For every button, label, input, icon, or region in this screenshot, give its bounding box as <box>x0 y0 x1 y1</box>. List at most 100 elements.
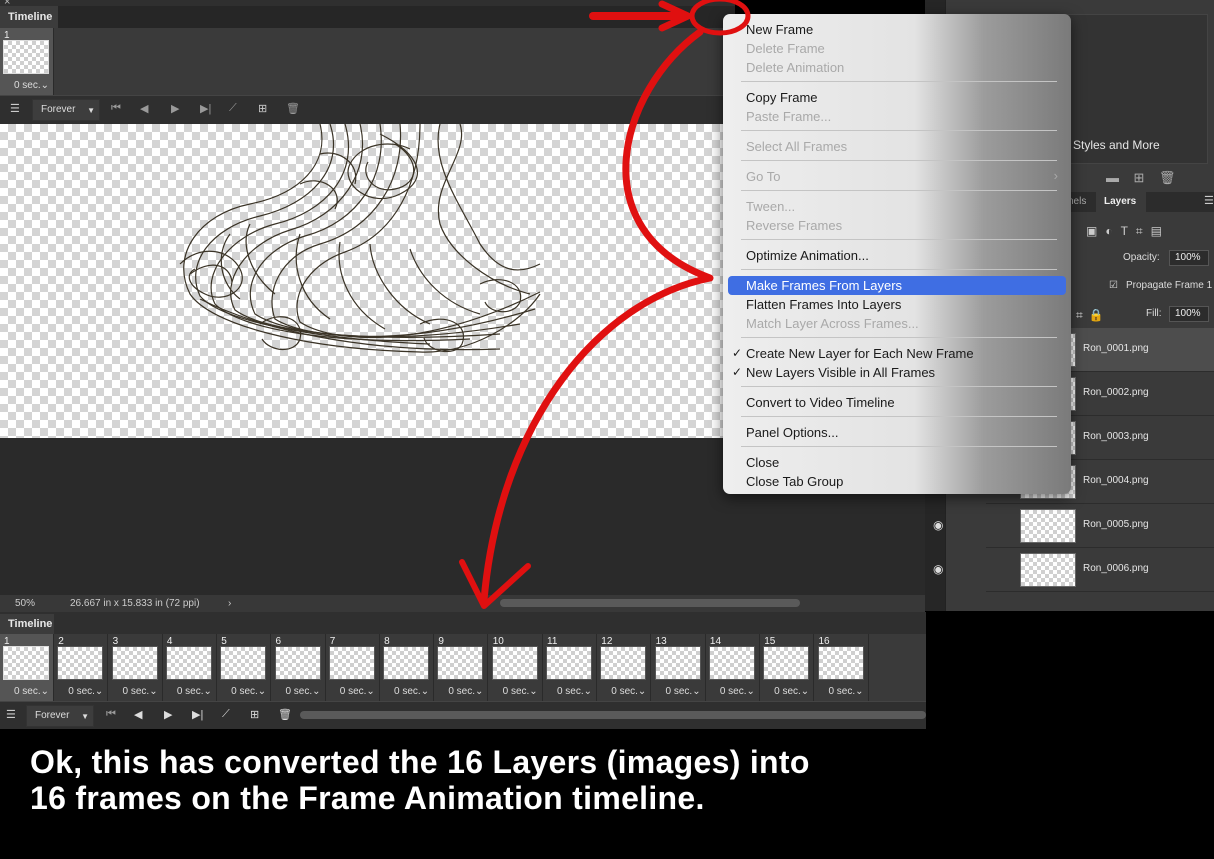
frame-delay[interactable]: 0 sec.⌄ <box>706 686 759 697</box>
frame-cell[interactable]: 11 0 sec.⌄ <box>543 634 597 701</box>
menu-item-close-tab-group[interactable]: Close Tab Group <box>728 472 1066 491</box>
opacity-field[interactable]: 100% <box>1169 250 1209 266</box>
frame-delay[interactable]: 0 sec.⌄ <box>0 686 53 697</box>
menu-item-make-frames-from-layers[interactable]: Make Frames From Layers <box>728 276 1066 295</box>
frame-cell[interactable]: 60 sec.⌄ <box>272 634 326 701</box>
frame-delay[interactable]: 0 sec.⌄ <box>489 686 542 697</box>
frame-cell[interactable]: 10 sec.⌄ <box>0 634 54 701</box>
frame-cell[interactable]: 80 sec.⌄ <box>380 634 435 701</box>
new-frame-icon[interactable]: ⊞ <box>250 708 259 721</box>
first-frame-icon[interactable]: ⏮ <box>106 708 116 721</box>
next-frame-icon[interactable]: ▶| <box>200 102 211 115</box>
frame-cell[interactable]: 1 0 sec.⌄ <box>0 28 54 95</box>
tab-timeline-bottom[interactable]: Timeline <box>0 614 54 634</box>
zoom-level[interactable]: 50% <box>15 598 35 609</box>
frame-cell[interactable]: 90 sec.⌄ <box>434 634 489 701</box>
menu-item-flatten-frames-into-layers[interactable]: Flatten Frames Into Layers <box>728 295 1066 314</box>
loop-select[interactable]: Forever ▼ <box>26 705 94 727</box>
menu-item-label: Make Frames From Layers <box>746 278 903 293</box>
loop-value: Forever <box>35 710 70 721</box>
frame-delay[interactable]: 0 sec.⌄ <box>217 686 270 697</box>
frame-cell[interactable]: 13 0 sec.⌄ <box>652 634 706 701</box>
layer-filter-icons[interactable]: ▣◐T⌗▤ <box>1086 224 1170 239</box>
menu-item-tween[interactable]: Tween... <box>728 197 1066 216</box>
new-frame-icon[interactable]: ⊞ <box>258 102 267 115</box>
loop-select[interactable]: Forever ▼ <box>32 99 100 121</box>
frame-cell[interactable]: 10 0 sec.⌄ <box>489 634 543 701</box>
frame-delay[interactable]: 0 sec.⌄ <box>597 686 650 697</box>
play-icon[interactable]: ▶ <box>171 102 179 115</box>
frame-delay[interactable]: 0 sec.⌄ <box>652 686 705 697</box>
menu-item-delete-frame[interactable]: Delete Frame <box>728 39 1066 58</box>
menu-item-convert-to-video-timeline[interactable]: Convert to Video Timeline <box>728 393 1066 412</box>
status-menu-arrow[interactable]: › <box>228 598 231 609</box>
menu-item-label: Copy Frame <box>746 90 818 105</box>
trash-icon[interactable]: 🗑 <box>1159 170 1176 185</box>
tab-layers[interactable]: Layers <box>1096 192 1146 212</box>
frame-cell[interactable]: 12 0 sec.⌄ <box>597 634 652 701</box>
menu-item-close[interactable]: Close <box>728 453 1066 472</box>
next-frame-icon[interactable]: ▶| <box>192 708 203 721</box>
menu-item-go-to[interactable]: Go To › <box>728 167 1066 186</box>
fill-field[interactable]: 100% <box>1169 306 1209 322</box>
frame-cell[interactable]: 30 sec.⌄ <box>109 634 163 701</box>
play-icon[interactable]: ▶ <box>164 708 172 721</box>
frame-cell[interactable]: 16 0 sec.⌄ <box>815 634 869 701</box>
menu-item-create-new-layer-for-each-new-frame[interactable]: ✓ Create New Layer for Each New Frame <box>728 344 1066 363</box>
tween-icon[interactable]: ⟋ <box>229 102 237 115</box>
frame-cell[interactable]: 14 0 sec.⌄ <box>706 634 760 701</box>
frame-delay[interactable]: 0 sec.⌄ <box>543 686 596 697</box>
layer-row[interactable]: ◉ Ron_0006.png <box>933 548 1214 592</box>
menu-separator <box>741 386 1057 387</box>
trash-icon[interactable]: 🗑 <box>286 102 300 115</box>
frame-delay[interactable]: 0 sec.⌄ <box>109 686 162 697</box>
frame-cell[interactable]: 15 0 sec.⌄ <box>760 634 815 701</box>
frame-delay[interactable]: 0 sec.⌄ <box>815 686 868 697</box>
menu-item-new-frame[interactable]: New Frame <box>728 20 1066 39</box>
timeline-options-icon[interactable]: ☰ <box>6 708 16 721</box>
layer-row[interactable]: ◉ Ron_0005.png <box>933 504 1214 548</box>
frame-cell[interactable]: 70 sec.⌄ <box>326 634 380 701</box>
frame-delay[interactable]: 0 sec.⌄ <box>326 686 379 697</box>
folder-icon[interactable]: ▬ <box>1106 170 1119 185</box>
caption-line-1: Ok, this has converted the 16 Layers (im… <box>30 744 810 780</box>
frame-delay[interactable]: 0 sec.⌄ <box>380 686 433 697</box>
frame-delay[interactable]: 0 sec.⌄ <box>272 686 325 697</box>
timeline-options-icon[interactable]: ☰ <box>10 102 20 115</box>
menu-item-panel-options[interactable]: Panel Options... <box>728 423 1066 442</box>
menu-item-delete-animation[interactable]: Delete Animation <box>728 58 1066 77</box>
frame-cell[interactable]: 40 sec.⌄ <box>163 634 217 701</box>
horizontal-scrollbar[interactable] <box>500 599 800 607</box>
panel-menu-icon[interactable]: ☰ <box>1204 194 1214 207</box>
frame-cell[interactable]: 20 sec.⌄ <box>54 634 109 701</box>
add-icon[interactable]: ⊞ <box>1133 170 1144 185</box>
menu-separator <box>741 239 1057 240</box>
frame-delay[interactable]: 0 sec.⌄ <box>760 686 813 697</box>
trash-icon[interactable]: 🗑 <box>278 708 292 721</box>
frame-delay[interactable]: 0 sec.⌄ <box>434 686 487 697</box>
first-frame-icon[interactable]: ⏮ <box>111 102 121 115</box>
menu-item-select-all-frames[interactable]: Select All Frames <box>728 137 1066 156</box>
frame-cell[interactable]: 50 sec.⌄ <box>217 634 272 701</box>
chevron-right-icon: › <box>1053 168 1058 183</box>
tab-timeline-top[interactable]: Timeline <box>0 6 58 28</box>
caption-line-2: 16 frames on the Frame Animation timelin… <box>30 780 705 816</box>
frame-delay[interactable]: 0 sec.⌄ <box>54 686 107 697</box>
prev-frame-icon[interactable]: ◀ <box>140 102 148 115</box>
eye-icon[interactable]: ◉ <box>933 518 943 532</box>
menu-item-paste-frame[interactable]: Paste Frame... <box>728 107 1066 126</box>
menu-item-new-layers-visible-in-all-frames[interactable]: ✓ New Layers Visible in All Frames <box>728 363 1066 382</box>
frame-delay[interactable]: 0 sec.⌄ <box>0 80 53 91</box>
timeline-scrollbar[interactable] <box>300 711 926 719</box>
prev-frame-icon[interactable]: ◀ <box>134 708 142 721</box>
menu-item-label: Paste Frame... <box>746 109 832 124</box>
eye-icon[interactable]: ◉ <box>933 562 943 576</box>
menu-item-optimize-animation[interactable]: Optimize Animation... <box>728 246 1066 265</box>
frame-delay[interactable]: 0 sec.⌄ <box>163 686 216 697</box>
menu-item-match-layer-across-frames[interactable]: Match Layer Across Frames... <box>728 314 1066 333</box>
lock-icons[interactable]: ⌗🔒 <box>1076 308 1110 323</box>
menu-item-copy-frame[interactable]: Copy Frame <box>728 88 1066 107</box>
menu-item-reverse-frames[interactable]: Reverse Frames <box>728 216 1066 235</box>
propagate-checkbox[interactable]: ☑ <box>1109 280 1118 291</box>
tween-icon[interactable]: ⟋ <box>222 708 230 721</box>
